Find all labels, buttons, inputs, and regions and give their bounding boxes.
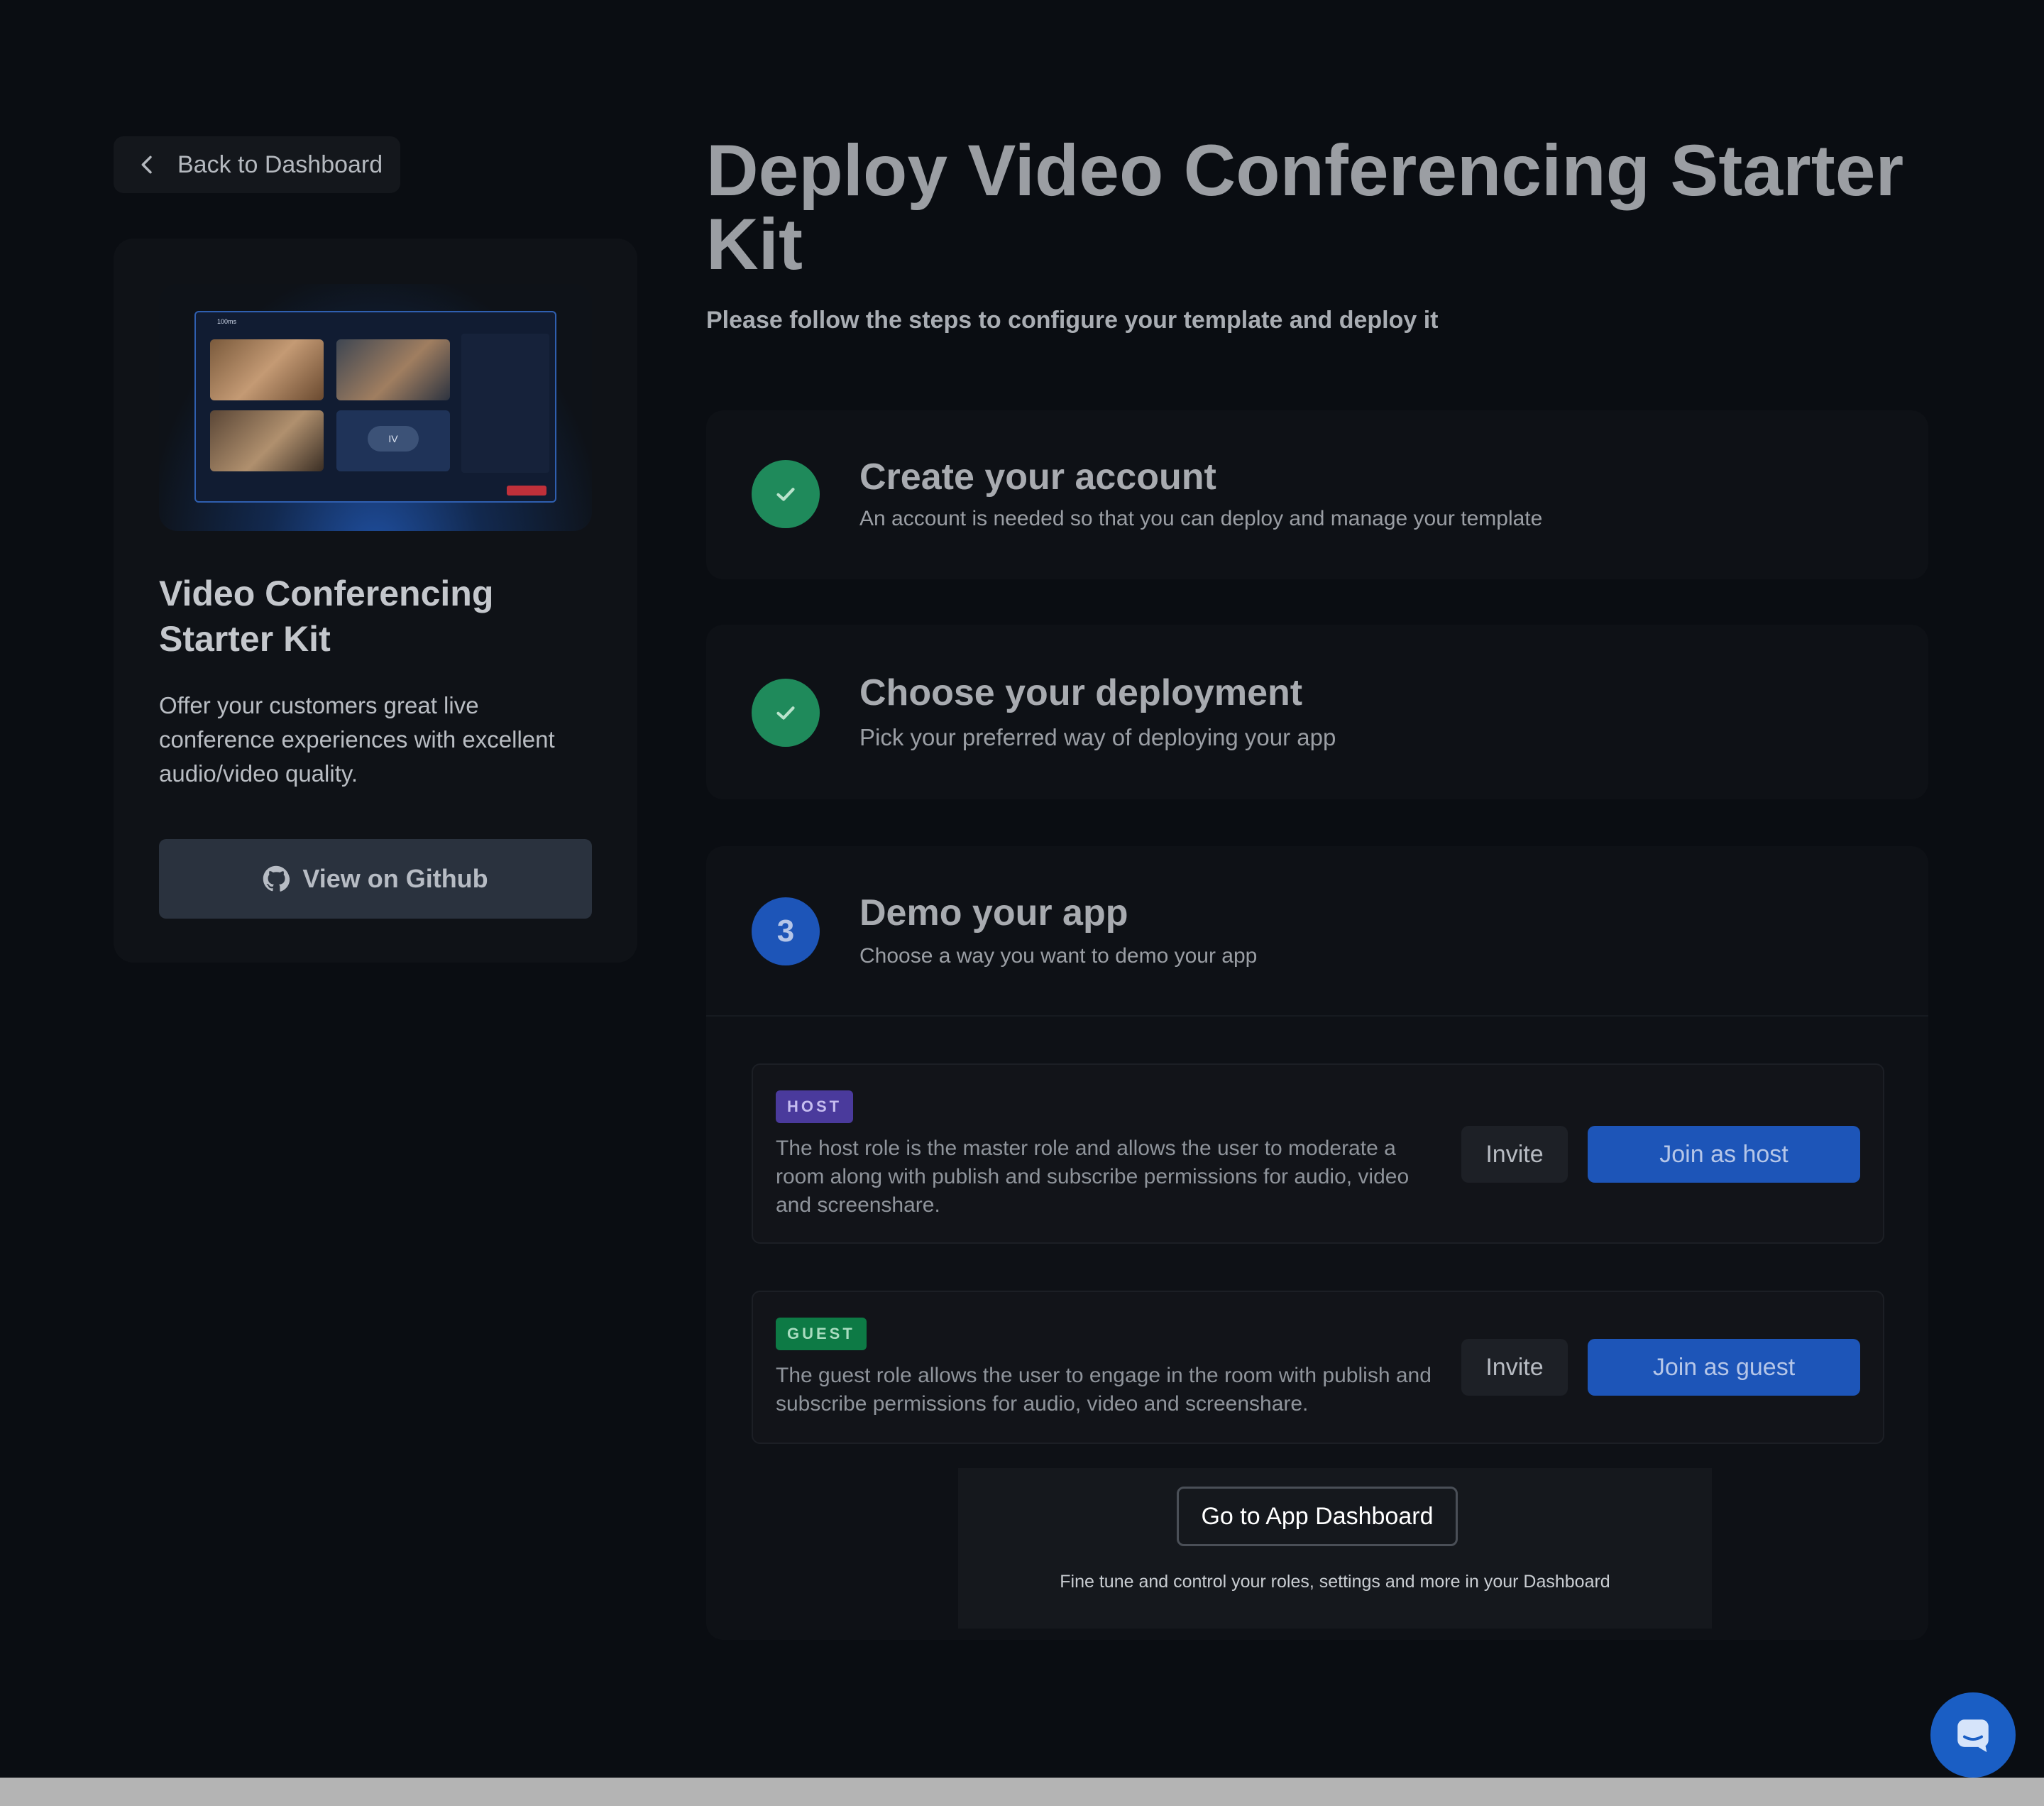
invite-host-button[interactable]: Invite (1461, 1126, 1568, 1183)
role-description: The guest role allows the user to engage… (776, 1364, 1432, 1416)
step-title: Demo your app (859, 892, 1128, 934)
back-button-label: Back to Dashboard (177, 150, 383, 178)
kit-description: Offer your customers great live conferen… (159, 692, 555, 787)
chat-widget-button[interactable] (1930, 1692, 2016, 1778)
step-description: An account is needed so that you can dep… (859, 507, 1543, 530)
guest-role-card: GUEST The guest role allows the user to … (752, 1291, 1884, 1444)
step-choose-deployment: Choose your deployment Pick your preferr… (706, 625, 1928, 799)
join-as-guest-button[interactable]: Join as guest (1588, 1339, 1860, 1396)
step-description: Choose a way you want to demo your app (859, 944, 1258, 968)
step-complete-check (752, 679, 820, 747)
step-description: Pick your preferred way of deploying you… (859, 724, 1336, 750)
preview-video-tile (336, 339, 450, 400)
go-to-app-dashboard-button[interactable]: Go to App Dashboard (1177, 1487, 1458, 1546)
chat-icon (1957, 1719, 1989, 1753)
back-to-dashboard-button[interactable]: Back to Dashboard (114, 136, 400, 193)
preview-video-tile: IV (336, 410, 450, 471)
preview-leave-button (507, 486, 546, 496)
role-description: The host role is the master role and all… (776, 1137, 1410, 1217)
preview-avatar: IV (368, 426, 419, 452)
starter-kit-card: 100ms IV Video Conferencing Starter Kit … (114, 239, 637, 963)
check-icon (776, 706, 795, 720)
preview-chat-panel (461, 334, 549, 473)
host-badge: HOST (776, 1090, 854, 1123)
preview-video-tile (210, 410, 324, 471)
preview-brand: 100ms (217, 318, 237, 325)
github-button-label: View on Github (302, 864, 488, 893)
host-role-card: HOST The host role is the master role an… (752, 1063, 1884, 1244)
step-divider (706, 1015, 1928, 1017)
kit-title: Video Conferencing Starter Kit (159, 574, 494, 659)
dashboard-note: Fine tune and control your roles, settin… (1060, 1572, 1610, 1592)
step-title: Create your account (859, 456, 1216, 498)
chevron-left-icon (141, 155, 152, 174)
page-title: Deploy Video Conferencing Starter Kit (706, 130, 1904, 285)
invite-guest-button[interactable]: Invite (1461, 1339, 1568, 1396)
preview-video-tile (210, 339, 324, 400)
app-dashboard-panel: Go to App Dashboard Fine tune and contro… (958, 1468, 1712, 1629)
kit-preview-image: 100ms IV (159, 284, 592, 531)
step-demo-app: 3 Demo your app Choose a way you want to… (706, 846, 1928, 1640)
bottom-scrollbar[interactable] (0, 1778, 2044, 1806)
step-complete-check (752, 460, 820, 528)
view-on-github-button[interactable]: View on Github (159, 839, 592, 919)
join-as-host-button[interactable]: Join as host (1588, 1126, 1860, 1183)
page-subtitle: Please follow the steps to configure you… (706, 307, 1439, 334)
preview-screen: 100ms IV (194, 311, 556, 503)
step-title: Choose your deployment (859, 672, 1303, 713)
guest-badge: GUEST (776, 1318, 867, 1350)
step-number: 3 (752, 897, 820, 965)
github-icon (263, 865, 290, 892)
step-create-account: Create your account An account is needed… (706, 410, 1928, 579)
check-icon (776, 488, 795, 501)
